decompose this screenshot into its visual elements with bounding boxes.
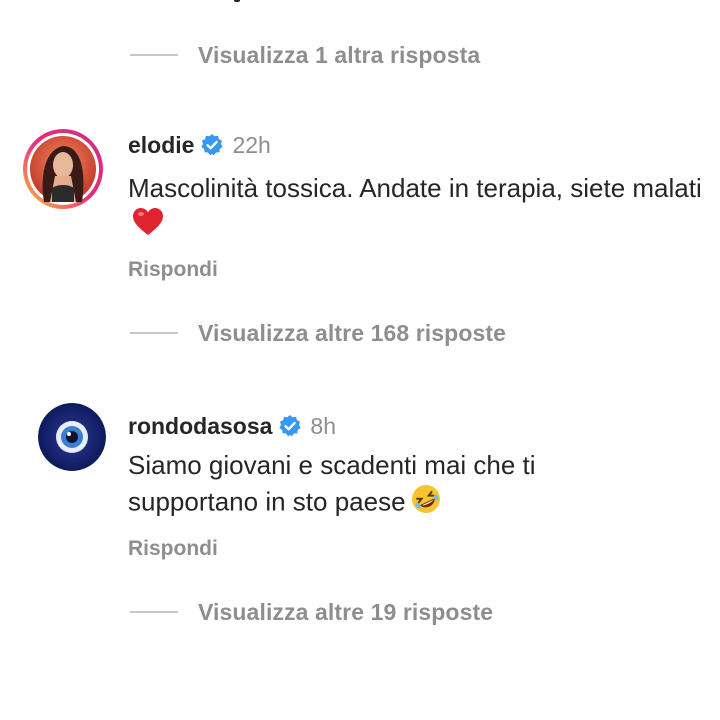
view-more-replies-button[interactable]: Visualizza altre 19 risposte: [130, 597, 493, 627]
verified-badge-icon: [200, 133, 224, 157]
comment-text: Siamo giovani e scadenti mai che ti supp…: [128, 447, 648, 524]
reply-thread-line: [130, 54, 178, 56]
comment-timestamp: 22h: [232, 131, 271, 158]
view-more-replies-label: Visualizza altre 19 risposte: [198, 598, 494, 625]
view-more-replies-button[interactable]: Visualizza altre 168 risposte: [130, 318, 506, 348]
rolling-on-floor-laughing-emoji-icon: [410, 483, 442, 524]
red-heart-emoji-icon: [132, 207, 164, 246]
reply-thread-line: [130, 611, 178, 613]
comment-timestamp: 8h: [310, 412, 337, 439]
reply-thread-line: [130, 332, 178, 334]
view-more-replies-label: Visualizza altre 168 risposte: [198, 319, 507, 346]
comment-header: rondodasosa 8h: [128, 411, 336, 441]
reply-button[interactable]: Rispondi: [128, 537, 218, 561]
comment-header: elodie 22h: [128, 130, 271, 160]
avatar-elodie[interactable]: [22, 128, 104, 210]
comment-text: Mascolinità tossica. Andate in terapia, …: [128, 170, 708, 246]
comments-thread: Visualizza 1 altra risposta elodie 22h M…: [0, 0, 720, 720]
comment-text-content: Mascolinità tossica. Andate in terapia, …: [128, 173, 702, 203]
username[interactable]: elodie: [128, 132, 194, 159]
comment-text-content: Siamo giovani e scadenti mai che ti supp…: [128, 450, 536, 517]
username[interactable]: rondodasosa: [128, 413, 272, 440]
verified-badge-icon: [278, 414, 302, 438]
view-more-replies-label: Visualizza 1 altra risposta: [198, 41, 481, 68]
previous-comment-fragment: [234, 0, 240, 2]
avatar-rondodasosa[interactable]: [38, 403, 106, 471]
view-more-replies-button[interactable]: Visualizza 1 altra risposta: [130, 40, 480, 70]
reply-button[interactable]: Rispondi: [128, 258, 218, 282]
